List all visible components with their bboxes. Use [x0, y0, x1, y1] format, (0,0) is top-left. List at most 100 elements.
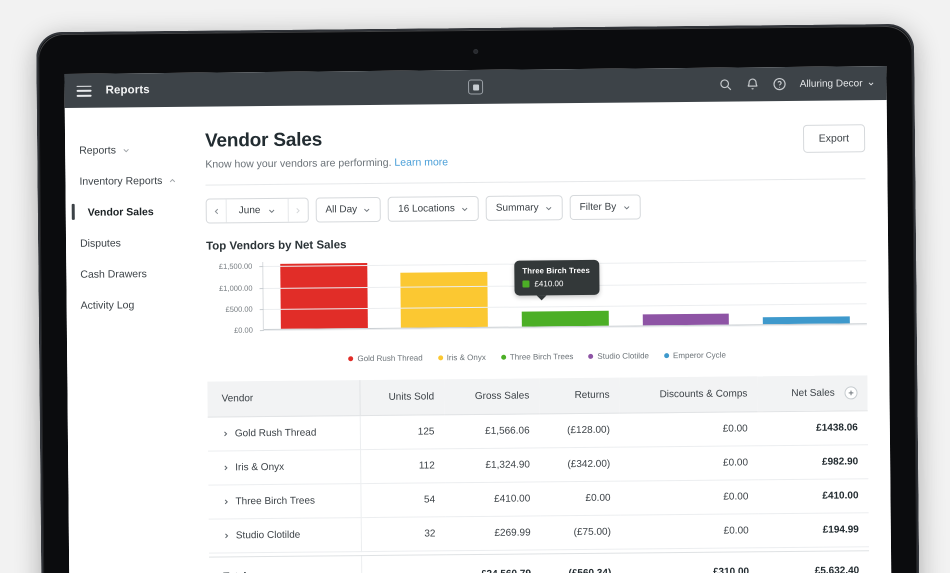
previous-period-button[interactable]: [207, 199, 226, 222]
bell-icon[interactable]: [746, 77, 760, 91]
chevron-down-icon: [268, 209, 275, 213]
sidebar-item-label: Vendor Sales: [87, 205, 154, 219]
legend-color-dot: [588, 353, 594, 359]
page-title: Vendor Sales: [204, 129, 323, 152]
filter-by-button[interactable]: Filter By: [569, 194, 641, 221]
column-header-vendor[interactable]: Vendor: [207, 380, 360, 418]
column-header-gross-sales[interactable]: Gross Sales: [443, 378, 540, 415]
cell-vendor[interactable]: Studio Clotilde: [208, 517, 362, 554]
legend-item[interactable]: Studio Clotilde: [588, 351, 649, 361]
legend-color-dot: [348, 356, 354, 362]
legend-item[interactable]: Emperor Cycle: [663, 350, 726, 361]
vendor-expand-toggle[interactable]: Gold Rush Thread: [222, 427, 350, 439]
export-button[interactable]: Export: [802, 124, 866, 153]
cell-net-sales: £410.00: [758, 478, 869, 514]
chevron-right-icon[interactable]: [222, 464, 229, 471]
cell-discounts-comps: £0.00: [620, 513, 759, 550]
tooltip-value: £410.00: [534, 279, 564, 289]
vendor-expand-toggle[interactable]: Iris & Onyx: [222, 461, 350, 473]
plus-circle-icon[interactable]: [844, 386, 858, 400]
cell-total-returns: (£560.34): [541, 553, 622, 573]
tablet-device-frame: Reports Alluring Decor Reports Inventory…: [36, 23, 920, 573]
cell-total-units-sold: [361, 555, 446, 573]
date-value-label: June: [238, 205, 261, 217]
date-value-button[interactable]: June: [225, 198, 289, 223]
cell-gross-sales: £269.99: [445, 515, 541, 551]
cell-returns: (£342.00): [539, 447, 621, 482]
sidebar-item-activity-log[interactable]: Activity Log: [66, 289, 192, 321]
locations-filter[interactable]: 16 Locations: [387, 195, 479, 222]
vendor-expand-toggle[interactable]: Three Birch Trees: [222, 495, 350, 507]
column-header-returns[interactable]: Returns: [539, 377, 620, 414]
sidebar-navigation: Reports Inventory Reports Vendor Sales D…: [64, 106, 196, 573]
vendor-expand-toggle[interactable]: Studio Clotilde: [223, 529, 351, 541]
page-subtitle: Know how your vendors are performing. Le…: [205, 156, 448, 170]
chart-bar[interactable]: [642, 313, 730, 326]
chart-axis-tick: [259, 330, 264, 332]
help-circle-icon[interactable]: [773, 77, 787, 91]
chart-bar[interactable]: [521, 310, 609, 327]
locations-label: 16 Locations: [398, 203, 455, 215]
screenshot-stage: Reports Alluring Decor Reports Inventory…: [0, 0, 950, 573]
chevron-right-icon[interactable]: [223, 498, 230, 505]
tablet-screen: Reports Alluring Decor Reports Inventory…: [64, 66, 892, 573]
column-header-net-sales[interactable]: Net Sales: [757, 375, 868, 412]
sidebar-item-label: Cash Drawers: [80, 267, 147, 281]
sidebar-item-label: Reports: [79, 143, 116, 157]
legend-item[interactable]: Iris & Onyx: [437, 353, 486, 362]
column-header-discounts-comps[interactable]: Discounts & Comps: [619, 376, 758, 414]
chart-bar-slot: [384, 260, 505, 328]
chart-bar[interactable]: [280, 263, 368, 329]
chart-bar-slot: [746, 256, 867, 325]
chart-bar[interactable]: [400, 272, 489, 328]
chevron-right-icon[interactable]: [222, 430, 229, 437]
time-of-day-label: All Day: [325, 204, 358, 216]
square-logo-icon: [467, 79, 484, 95]
time-of-day-filter[interactable]: All Day: [315, 196, 382, 223]
main-panel: Vendor Sales Know how your vendors are p…: [191, 100, 892, 573]
learn-more-link[interactable]: Learn more: [394, 156, 448, 169]
plus-glyph: [848, 390, 854, 396]
legend-item[interactable]: Gold Rush Thread: [348, 354, 423, 364]
column-header-units-sold[interactable]: Units Sold: [359, 379, 445, 416]
cell-vendor[interactable]: Three Birch Trees: [208, 483, 361, 520]
sidebar-item-inventory-reports[interactable]: Inventory Reports: [65, 165, 191, 197]
table-header: Vendor Units Sold Gross Sales Returns Di…: [207, 375, 868, 418]
vendor-sales-table: Vendor Units Sold Gross Sales Returns Di…: [207, 375, 870, 573]
tooltip-arrow: [536, 295, 547, 301]
legend-color-dot: [663, 353, 669, 359]
chevron-left-icon: [214, 208, 218, 214]
legend-label: Emperor Cycle: [672, 350, 726, 361]
account-label: Alluring Decor: [799, 77, 863, 90]
next-period-button[interactable]: [288, 199, 307, 222]
chart-bar-slot: [263, 261, 384, 329]
cell-vendor[interactable]: Iris & Onyx: [208, 449, 361, 486]
chevron-down-icon: [462, 207, 468, 211]
account-menu[interactable]: Alluring Decor: [799, 77, 875, 90]
hamburger-icon[interactable]: [76, 85, 92, 97]
page-header: Vendor Sales Know how your vendors are p…: [204, 124, 866, 171]
sidebar-item-vendor-sales[interactable]: Vendor Sales: [66, 196, 192, 228]
chevron-right-icon[interactable]: [223, 532, 230, 539]
sidebar-item-cash-drawers[interactable]: Cash Drawers: [66, 258, 192, 290]
chevron-right-icon: [296, 207, 300, 213]
chevron-up-icon: [169, 178, 175, 182]
cell-net-sales: £1438.06: [757, 410, 869, 446]
cell-vendor[interactable]: Gold Rush Thread: [207, 415, 361, 452]
chart-legend: Gold Rush Thread Iris & Onyx Three Birch T…: [207, 349, 867, 364]
search-icon[interactable]: [719, 78, 733, 92]
tooltip-value-row: £410.00: [522, 279, 590, 289]
view-mode-filter[interactable]: Summary: [485, 195, 563, 221]
sidebar-item-disputes[interactable]: Disputes: [66, 227, 192, 259]
sidebar-item-reports[interactable]: Reports: [65, 134, 191, 166]
chart-axis-tick: [259, 287, 264, 289]
sidebar-item-label: Activity Log: [80, 298, 135, 312]
legend-item[interactable]: Three Birch Trees: [500, 352, 573, 362]
cell-net-sales: £194.99: [758, 512, 869, 548]
date-range-selector: June: [205, 197, 309, 224]
chart-axis-tick: [259, 266, 264, 268]
table-header-row: Vendor Units Sold Gross Sales Returns Di…: [207, 375, 868, 418]
table-body: Gold Rush Thread 125 £1,566.06 (£128.00) £0.…: [207, 410, 870, 573]
chart-axis-tick: [259, 308, 264, 310]
cell-total-discounts-comps: £310.00: [712, 566, 750, 573]
